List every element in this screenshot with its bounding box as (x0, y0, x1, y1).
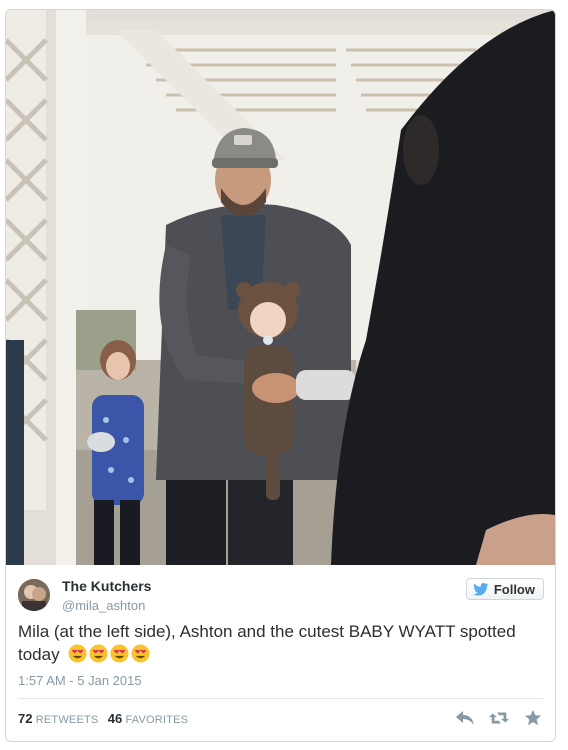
emoji-group (68, 644, 150, 663)
retweets-stat[interactable]: 72 RETWEETS (18, 711, 102, 726)
twitter-bird-icon (473, 582, 489, 595)
retweet-icon[interactable] (489, 709, 509, 727)
reply-icon[interactable] (455, 709, 475, 727)
avatar-image (18, 579, 50, 611)
heart-eyes-emoji (89, 644, 108, 663)
author-name[interactable]: The Kutchers (62, 578, 151, 594)
star-icon[interactable] (523, 709, 543, 727)
retweets-label: RETWEETS (35, 714, 99, 726)
favorites-stat[interactable]: 46 FAVORITES (107, 711, 189, 726)
divider (18, 698, 543, 699)
heart-eyes-emoji (131, 644, 150, 663)
author-handle[interactable]: @mila_ashton (62, 598, 145, 613)
tweet-card: The Kutchers @mila_ashton Follow Mila (a… (5, 9, 556, 742)
favorites-label: FAVORITES (125, 714, 189, 726)
photo-illustration (6, 10, 555, 565)
follow-label: Follow (493, 581, 535, 597)
heart-eyes-emoji (110, 644, 129, 663)
follow-button[interactable]: Follow (465, 578, 544, 600)
tweet-photo[interactable] (6, 10, 555, 565)
tweet-stats: 72 RETWEETS 46 FAVORITES (18, 711, 194, 726)
favorites-count: 46 (107, 711, 123, 726)
tweet-actions (455, 709, 543, 727)
tweet-timestamp[interactable]: 1:57 AM - 5 Jan 2015 (18, 673, 142, 688)
tweet-text: Mila (at the left side), Ashton and the … (18, 620, 543, 666)
heart-eyes-emoji (68, 644, 87, 663)
tweet-author: The Kutchers @mila_ashton Follow (18, 576, 548, 616)
author-avatar[interactable] (18, 579, 50, 611)
retweets-count: 72 (18, 711, 33, 726)
